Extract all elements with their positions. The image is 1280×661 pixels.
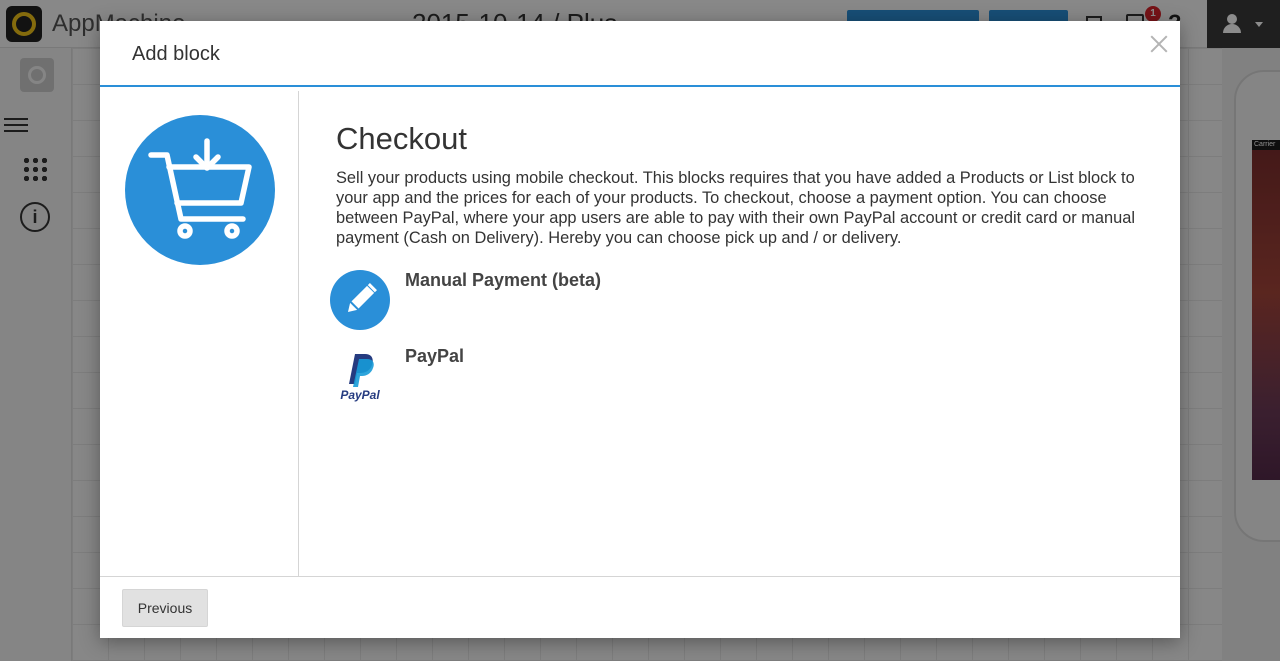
- option-manual-payment[interactable]: Manual Payment (beta): [330, 270, 1030, 330]
- add-block-modal: Add block Checkout Sell your products us…: [100, 21, 1180, 638]
- modal-title: Add block: [132, 43, 220, 65]
- block-preview-pane: [100, 91, 299, 576]
- close-icon[interactable]: [1148, 33, 1170, 55]
- option-label: PayPal: [405, 346, 465, 366]
- modal-footer: Previous: [100, 576, 1180, 638]
- option-label: Manual Payment (beta): [405, 270, 602, 290]
- modal-header: Add block: [100, 21, 1180, 87]
- option-paypal[interactable]: PayPal PayPal: [330, 346, 1030, 406]
- paypal-logo-text: PayPal: [340, 388, 380, 402]
- shopping-cart-download-icon: [125, 115, 275, 265]
- pencil-icon: [330, 270, 390, 330]
- block-title: Checkout: [336, 121, 467, 156]
- block-description: Sell your products using mobile checkout…: [336, 169, 1136, 247]
- previous-button[interactable]: Previous: [122, 589, 208, 627]
- paypal-logo-icon: PayPal: [330, 346, 390, 406]
